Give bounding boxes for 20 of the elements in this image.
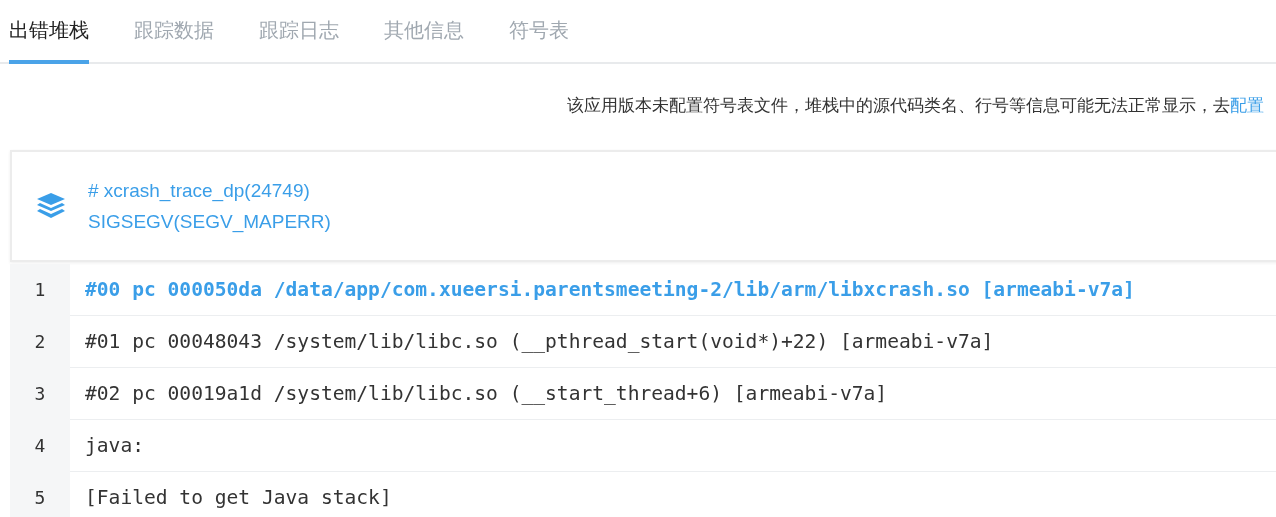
stack-frame: #02 pc 00019a1d /system/lib/libc.so (__start_thread+6) [armeabi-v7a]	[85, 382, 888, 405]
stack-frame: #01 pc 00048043 /system/lib/libc.so (__pthread_start(void*)+22) [armeabi-v7a]	[85, 330, 994, 353]
tab[interactable]: 符号表	[509, 0, 569, 64]
tab[interactable]: 出错堆栈	[9, 0, 89, 64]
layers-icon	[36, 192, 66, 220]
stack-frame: java:	[85, 434, 144, 457]
tab[interactable]: 跟踪日志	[259, 0, 339, 64]
signal-name: SIGSEGV(SEGV_MAPERR)	[88, 210, 331, 233]
line-number: 3	[34, 383, 46, 404]
thread-title: # xcrash_trace_dp(24749)	[88, 179, 311, 202]
stack-frame: #00 pc 000050da /data/app/com.xueersi.parentsmeeting-2/lib/arm/libxcrash.so [armeabi-v7a]	[85, 278, 1135, 301]
config-link[interactable]: 配置	[1230, 94, 1264, 116]
tab[interactable]: 跟踪数据	[134, 0, 214, 64]
line-number: 4	[34, 435, 46, 456]
stack-frame: [Failed to get Java stack]	[85, 486, 392, 509]
line-number: 2	[34, 331, 46, 352]
line-number: 1	[34, 279, 46, 300]
tab[interactable]: 其他信息	[384, 0, 464, 64]
notice-text: 该应用版本未配置符号表文件，堆栈中的源代码类名、行号等信息可能无法正常显示，去	[567, 95, 1230, 116]
line-number: 5	[34, 487, 46, 508]
